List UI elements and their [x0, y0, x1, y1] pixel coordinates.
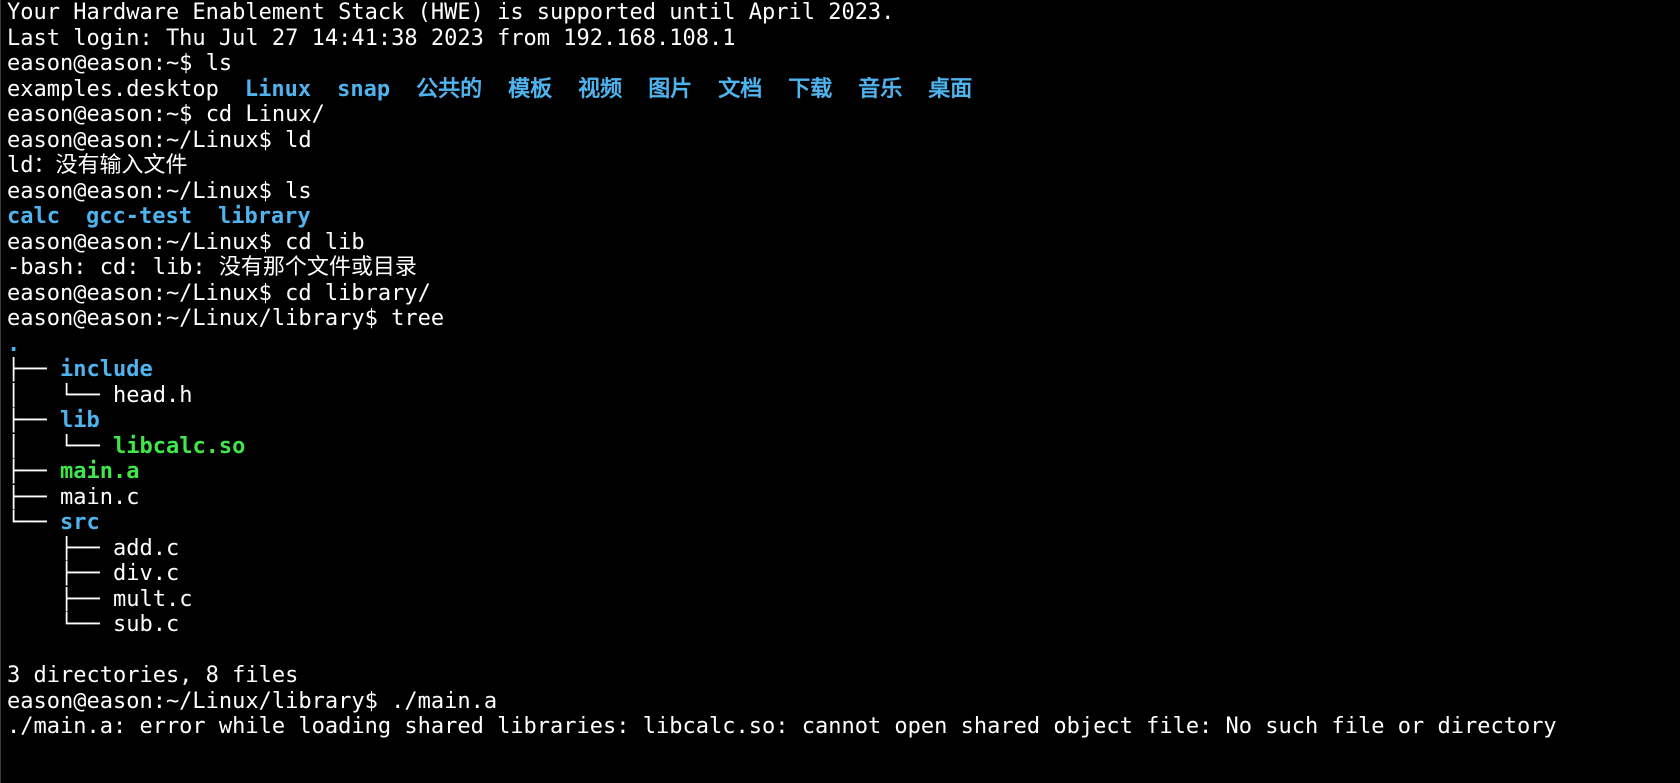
- output-text: Your Hardware Enablement Stack (HWE) is …: [7, 0, 895, 25]
- ls-entry-dir: 音乐: [858, 76, 903, 102]
- prompt-line: eason@eason:~/Linux$ cd lib: [7, 230, 1680, 256]
- output-line: Last login: Thu Jul 27 14:41:38 2023 fro…: [7, 26, 1680, 52]
- output-text: -bash: cd: lib: 没有那个文件或目录: [7, 255, 417, 280]
- tree-entry-dir: lib: [59, 408, 100, 433]
- shell-prompt: eason@eason:~/Linux$: [7, 127, 286, 153]
- prompt-line: eason@eason:~/Linux/library$ ./main.a: [7, 689, 1680, 715]
- tree-branch: │ └──: [7, 382, 113, 408]
- ls-entry-dir: 公共的: [416, 76, 483, 102]
- tree-entry-file: add.c: [112, 535, 180, 561]
- prompt-line: eason@eason:~/Linux$ ld: [7, 128, 1680, 154]
- ls-entry-dir: 文档: [718, 76, 763, 102]
- tree-entry-exe: libcalc.so: [112, 433, 246, 459]
- output-line: 3 directories, 8 files: [7, 663, 1680, 689]
- tree-line: ├── include: [7, 357, 1680, 383]
- command-text: ./main.a: [391, 688, 498, 714]
- command-text: cd lib: [285, 229, 365, 255]
- prompt-line: eason@eason:~/Linux$ cd library/: [7, 281, 1680, 307]
- tree-line: ├── main.c: [7, 485, 1680, 511]
- tree-line: .: [7, 332, 1680, 358]
- tree-entry-exe: main.a: [59, 459, 140, 484]
- shell-prompt: eason@eason:~/Linux$: [7, 229, 286, 255]
- tree-entry-file: head.h: [112, 382, 193, 408]
- tree-branch: │ └──: [7, 433, 113, 459]
- tree-entry-file: div.c: [112, 561, 180, 586]
- tree-branch: ├──: [7, 535, 113, 561]
- prompt-line: eason@eason:~$ ls: [7, 51, 1680, 77]
- shell-prompt: eason@eason:~/Linux/library$: [7, 306, 392, 331]
- tree-branch: ├──: [7, 586, 113, 612]
- ls-entry-dir: library: [217, 204, 311, 229]
- tree-line: ├── add.c: [7, 536, 1680, 562]
- tree-line: │ └── head.h: [7, 383, 1680, 409]
- ls-output-line: examples.desktop Linux snap 公共的 模板 视频 图片 文档 下载 音乐…: [7, 77, 1680, 103]
- tree-entry-dir: include: [59, 357, 153, 382]
- ls-entry-dir: gcc-test: [85, 204, 192, 229]
- tree-branch: ├──: [7, 459, 60, 484]
- tree-line: ├── lib: [7, 408, 1680, 434]
- tree-branch: ├──: [7, 408, 60, 433]
- shell-prompt: eason@eason:~/Linux$: [7, 178, 286, 204]
- tree-entry-dir: src: [59, 510, 100, 535]
- tree-line: ├── div.c: [7, 561, 1680, 587]
- prompt-line: eason@eason:~$ cd Linux/: [7, 102, 1680, 128]
- output-line: ld：没有输入文件: [7, 153, 1680, 179]
- tree-entry-file: sub.c: [112, 612, 180, 637]
- tree-entry-dir: .: [7, 331, 21, 357]
- output-line: Your Hardware Enablement Stack (HWE) is …: [7, 0, 1680, 26]
- shell-prompt: eason@eason:~$: [7, 102, 206, 127]
- ls-output-line: calc gcc-test library: [7, 204, 1680, 230]
- tree-branch: ├──: [7, 357, 60, 382]
- command-text: cd library/: [285, 280, 431, 306]
- prompt-line: eason@eason:~/Linux/library$ tree: [7, 306, 1680, 332]
- ls-entry-dir: 模板: [508, 76, 553, 102]
- shell-prompt: eason@eason:~/Linux$: [7, 280, 286, 306]
- tree-branch: ├──: [7, 484, 60, 510]
- command-text: ls: [205, 51, 233, 76]
- tree-branch: └──: [7, 510, 60, 535]
- command-text: tree: [391, 306, 445, 331]
- output-line: -bash: cd: lib: 没有那个文件或目录: [7, 255, 1680, 281]
- ls-entry-dir: 下载: [788, 76, 833, 102]
- tree-line: └── src: [7, 510, 1680, 536]
- tree-branch: └──: [7, 612, 113, 637]
- output-text: Last login: Thu Jul 27 14:41:38 2023 fro…: [7, 25, 736, 51]
- ls-entry-dir: 视频: [578, 76, 623, 102]
- tree-entry-file: main.c: [59, 484, 140, 510]
- output-text: ld：没有输入文件: [7, 153, 188, 178]
- output-text: 3 directories, 8 files: [7, 663, 299, 688]
- tree-line: ├── mult.c: [7, 587, 1680, 613]
- shell-prompt: eason@eason:~/Linux/library$: [7, 688, 392, 714]
- ls-entry-dir: Linux: [244, 76, 312, 102]
- tree-branch: ├──: [7, 561, 113, 586]
- tree-line: ├── main.a: [7, 459, 1680, 485]
- ls-entry-file: examples.desktop: [7, 76, 219, 102]
- ls-entry-dir: snap: [337, 76, 391, 102]
- output-text: ./main.a: error while loading shared lib…: [7, 714, 1557, 739]
- prompt-line: eason@eason:~/Linux$ ls: [7, 179, 1680, 205]
- ls-entry-dir: 桌面: [928, 76, 973, 102]
- command-text: cd Linux/: [205, 102, 325, 127]
- shell-prompt: eason@eason:~$: [7, 51, 206, 76]
- ls-entry-dir: calc: [7, 204, 60, 229]
- terminal-window[interactable]: Your Hardware Enablement Stack (HWE) is …: [0, 0, 1680, 783]
- tree-line: └── sub.c: [7, 612, 1680, 638]
- command-text: ld: [285, 127, 312, 153]
- command-text: ls: [285, 178, 312, 204]
- ls-entry-dir: 图片: [648, 76, 693, 102]
- tree-entry-file: mult.c: [112, 586, 193, 612]
- output-line: ./main.a: error while loading shared lib…: [7, 714, 1680, 740]
- tree-line: │ └── libcalc.so: [7, 434, 1680, 460]
